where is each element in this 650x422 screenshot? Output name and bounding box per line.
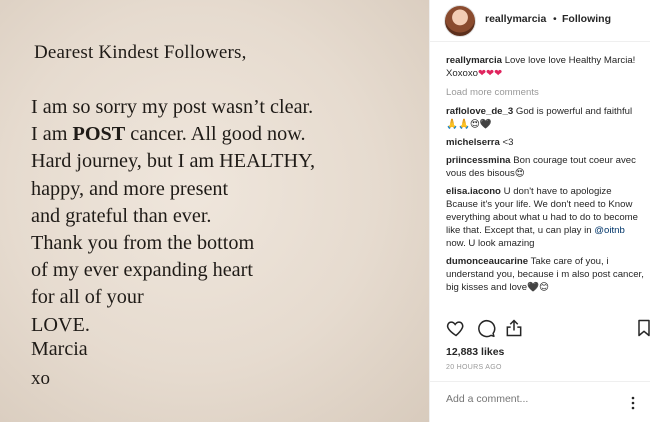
letter-line: LOVE.	[31, 313, 90, 336]
letter-line: Hard journey, but I am HEALTHY,	[31, 150, 316, 173]
letter-line: I am so sorry my post wasn’t clear.	[31, 96, 314, 118]
avatar[interactable]	[444, 5, 476, 37]
post-header: reallymarcia • Following	[430, 0, 650, 42]
heart-emoji-icon: ❤❤❤	[478, 68, 503, 79]
caption: reallymarcia Love love love Healthy Marc…	[446, 54, 644, 80]
comments-section: reallymarcia Love love love Healthy Marc…	[446, 54, 644, 299]
letter-line: for all of your	[31, 286, 144, 309]
letter-greeting: Dearest Kindest Followers,	[34, 42, 247, 63]
caption-username[interactable]: reallymarcia	[446, 55, 502, 66]
likes-count[interactable]: 12,883 likes	[446, 346, 504, 358]
more-options-icon[interactable]	[626, 396, 640, 410]
post-timestamp[interactable]: 20 HOURS AGO	[446, 364, 502, 371]
comment-composer	[430, 381, 650, 422]
comment-username[interactable]: priincessmina	[446, 155, 511, 166]
letter-body: I am so sorry my post wasn’t clear. I am…	[31, 94, 315, 339]
comment-username[interactable]: elisa.iacono	[446, 186, 501, 197]
author-username[interactable]: reallymarcia	[485, 13, 546, 25]
list-item: priincessmina Bon courage tout coeur ave…	[446, 154, 644, 180]
letter-line: and grateful than ever.	[31, 204, 212, 227]
comment-username[interactable]: raflolove_de_3	[446, 106, 513, 117]
caption-text: Love love love Healthy Marcia!	[504, 55, 636, 66]
comment-icon[interactable]	[476, 318, 496, 338]
comment-username[interactable]: michelserra	[446, 137, 500, 148]
list-item: dumonceaucarine Take care of you, i unde…	[446, 255, 644, 294]
header-separator: •	[553, 13, 557, 25]
bookmark-icon[interactable]	[636, 318, 650, 338]
list-item: raflolove_de_3 God is powerful and faith…	[446, 105, 644, 131]
action-bar	[446, 318, 650, 342]
mention-link[interactable]: @oitnb	[594, 225, 625, 236]
letter-line: Thank you from the bottom	[31, 232, 255, 255]
comment-text-after: now. U look amazing	[446, 238, 535, 249]
letter-signoff: xo	[31, 368, 50, 389]
heart-icon[interactable]	[446, 318, 466, 338]
list-item: michelserra <3	[446, 136, 644, 149]
list-item: elisa.iacono U don't have to apologize B…	[446, 185, 644, 250]
post-photo: Dearest Kindest Followers, I am so sorry…	[0, 0, 429, 422]
letter-line: happy, and more present	[31, 177, 229, 200]
caption-text-2: Xoxoxo	[446, 68, 478, 79]
load-more-comments-link[interactable]: Load more comments	[446, 86, 644, 99]
comment-text: <3	[502, 137, 514, 148]
letter-line: of my ever expanding heart	[31, 259, 253, 282]
add-comment-input[interactable]	[446, 393, 626, 405]
share-icon[interactable]	[504, 318, 524, 338]
letter-line: I am POST cancer. All good now.	[31, 123, 306, 146]
letter-signature: Marcia	[31, 338, 88, 360]
following-button[interactable]: Following	[562, 13, 611, 25]
comment-username[interactable]: dumonceaucarine	[446, 256, 528, 267]
post-sidebar: reallymarcia • Following reallymarcia Lo…	[429, 0, 650, 422]
